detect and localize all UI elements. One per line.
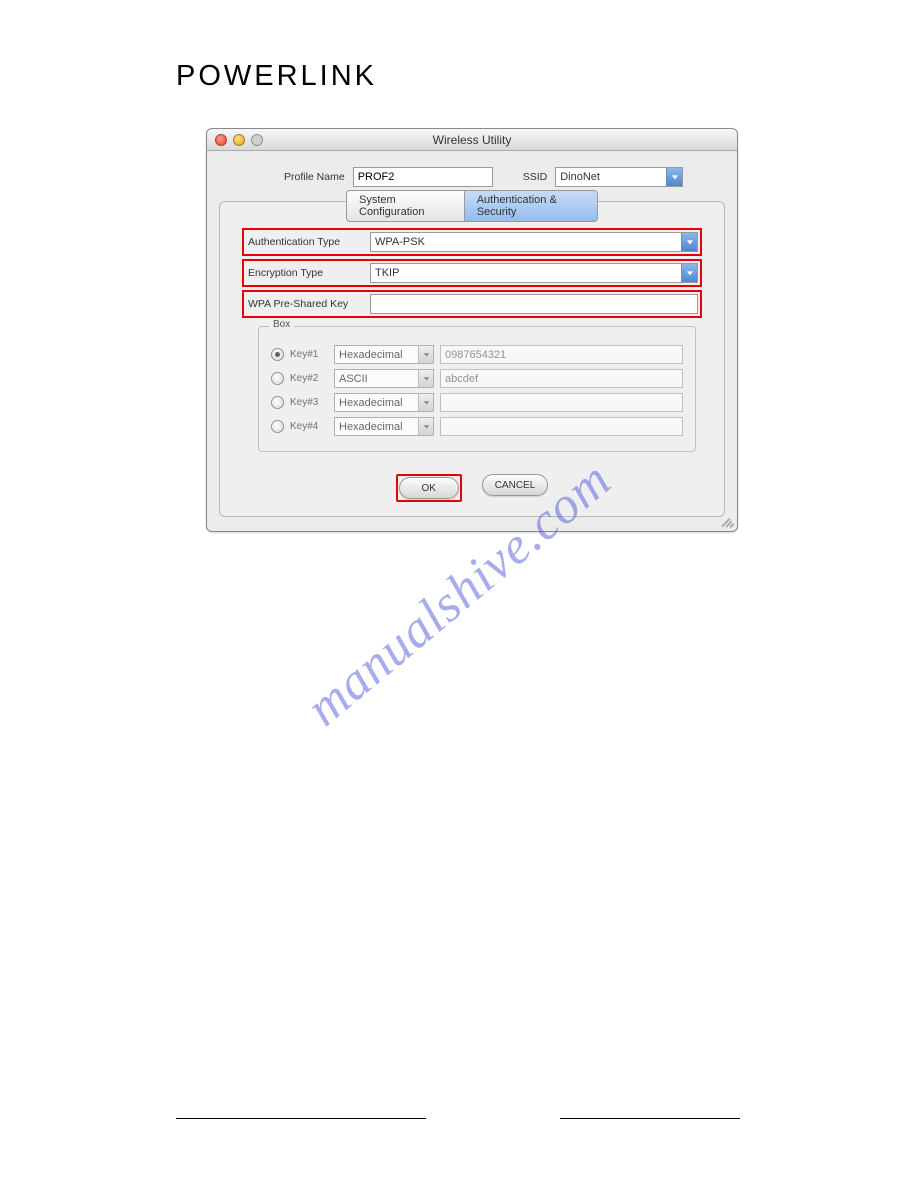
config-panel: System Configuration Authentication & Se…: [219, 201, 725, 517]
key4-format-select[interactable]: Hexadecimal: [334, 417, 434, 436]
chevron-down-icon[interactable]: [418, 370, 433, 387]
enc-type-select[interactable]: TKIP: [370, 263, 698, 283]
key-row-2: Key#2 ASCII: [271, 369, 683, 388]
key3-label: Key#3: [290, 397, 328, 408]
key1-value-input[interactable]: [440, 345, 683, 364]
footer-rule: [560, 1118, 740, 1119]
tab-authentication-security[interactable]: Authentication & Security: [464, 190, 598, 222]
key1-label: Key#1: [290, 349, 328, 360]
chevron-down-icon[interactable]: [681, 264, 697, 282]
key-row-3: Key#3 Hexadecimal: [271, 393, 683, 412]
auth-type-label: Authentication Type: [244, 236, 370, 248]
key4-format: Hexadecimal: [335, 421, 418, 433]
titlebar: Wireless Utility: [207, 129, 737, 151]
wep-key-box: Box Key#1 Hexadecimal: [258, 326, 696, 452]
ok-button[interactable]: OK: [399, 477, 459, 499]
profile-name-input[interactable]: [353, 167, 493, 187]
key2-format: ASCII: [335, 373, 418, 385]
chevron-down-icon[interactable]: [681, 233, 697, 251]
key3-format: Hexadecimal: [335, 397, 418, 409]
key-row-4: Key#4 Hexadecimal: [271, 417, 683, 436]
brand-logo: POWERLINK: [176, 60, 377, 93]
chevron-down-icon[interactable]: [418, 418, 433, 435]
psk-label: WPA Pre-Shared Key: [244, 298, 370, 310]
cancel-button[interactable]: CANCEL: [482, 474, 549, 496]
key4-label: Key#4: [290, 421, 328, 432]
psk-highlight: WPA Pre-Shared Key: [242, 290, 702, 318]
enc-type-highlight: Encryption Type TKIP: [242, 259, 702, 287]
key1-format: Hexadecimal: [335, 349, 418, 361]
wireless-utility-window: Wireless Utility Profile Name SSID DinoN…: [206, 128, 738, 532]
chevron-down-icon[interactable]: [418, 346, 433, 363]
chevron-down-icon[interactable]: [666, 168, 682, 186]
key2-label: Key#2: [290, 373, 328, 384]
psk-input[interactable]: [370, 294, 698, 314]
box-legend: Box: [269, 319, 294, 330]
key1-radio[interactable]: [271, 348, 284, 361]
resize-grip-icon[interactable]: [722, 516, 734, 528]
footer-rule: [176, 1118, 426, 1119]
ok-highlight: OK: [396, 474, 462, 502]
key3-value-input[interactable]: [440, 393, 683, 412]
window-title: Wireless Utility: [207, 133, 737, 147]
enc-type-value: TKIP: [371, 267, 681, 279]
key4-value-input[interactable]: [440, 417, 683, 436]
chevron-down-icon[interactable]: [418, 394, 433, 411]
auth-type-select[interactable]: WPA-PSK: [370, 232, 698, 252]
key1-format-select[interactable]: Hexadecimal: [334, 345, 434, 364]
key3-format-select[interactable]: Hexadecimal: [334, 393, 434, 412]
key2-radio[interactable]: [271, 372, 284, 385]
ssid-select[interactable]: DinoNet: [555, 167, 683, 187]
key2-value-input[interactable]: [440, 369, 683, 388]
enc-type-label: Encryption Type: [244, 267, 370, 279]
profile-name-label: Profile Name: [284, 171, 345, 183]
key3-radio[interactable]: [271, 396, 284, 409]
ssid-label: SSID: [523, 171, 548, 183]
tab-system-configuration[interactable]: System Configuration: [346, 190, 464, 222]
ssid-value: DinoNet: [556, 171, 666, 183]
key4-radio[interactable]: [271, 420, 284, 433]
key-row-1: Key#1 Hexadecimal: [271, 345, 683, 364]
key2-format-select[interactable]: ASCII: [334, 369, 434, 388]
auth-type-value: WPA-PSK: [371, 236, 681, 248]
auth-type-highlight: Authentication Type WPA-PSK: [242, 228, 702, 256]
